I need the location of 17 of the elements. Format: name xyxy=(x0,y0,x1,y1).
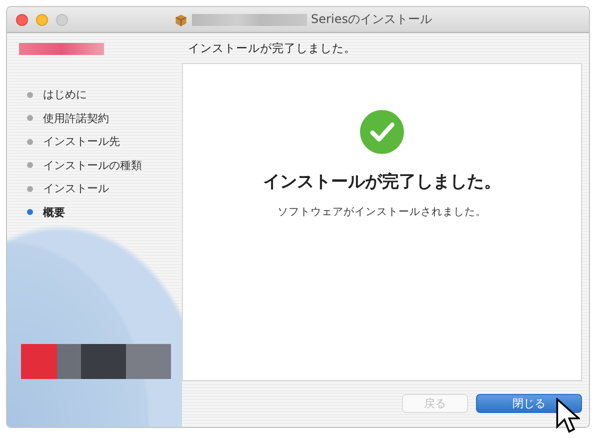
checkmark-icon xyxy=(360,110,404,154)
pointer-cursor-icon xyxy=(556,398,580,434)
step-item: 使用許諾契約 xyxy=(27,106,182,130)
completion-message: ソフトウェアがインストールされました。 xyxy=(278,205,486,219)
package-icon xyxy=(174,12,188,26)
step-item: インストールの種類 xyxy=(27,154,182,177)
page-header: インストールが完了しました。 xyxy=(187,40,357,56)
step-item: はじめに xyxy=(27,83,182,106)
step-item: 概要 xyxy=(27,200,182,224)
minimize-button[interactable] xyxy=(36,14,48,26)
completion-heading: インストールが完了しました。 xyxy=(263,171,501,193)
close-button[interactable]: 閉じる xyxy=(476,394,582,413)
window-title: Seriesのインストール xyxy=(311,11,432,28)
window-close-button[interactable] xyxy=(16,14,28,26)
step-item: インストール先 xyxy=(27,130,182,154)
zoom-button[interactable] xyxy=(56,14,68,26)
step-item: インストール xyxy=(27,177,182,200)
